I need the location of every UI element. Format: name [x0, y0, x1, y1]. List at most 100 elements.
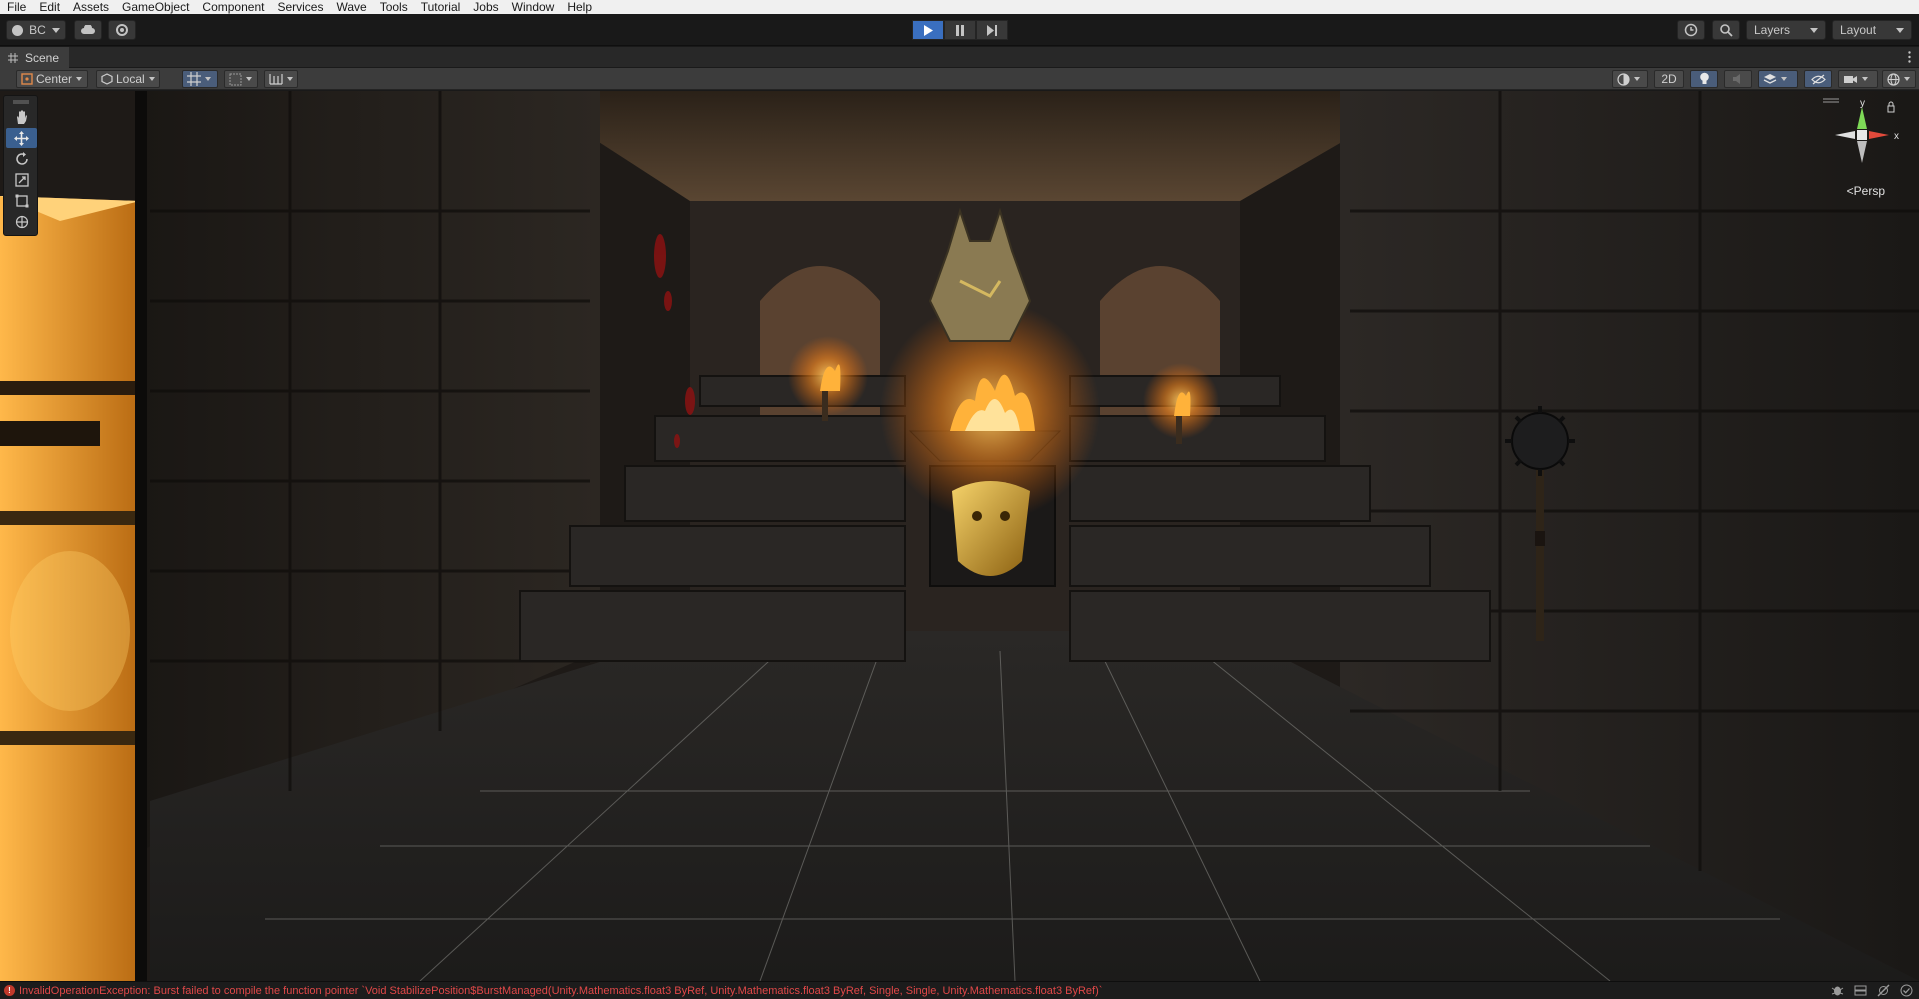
- undo-history-button[interactable]: [1677, 20, 1705, 40]
- chevron-down-icon: [148, 77, 155, 81]
- camera-settings-dropdown[interactable]: [1838, 70, 1878, 88]
- axis-y-label: y: [1860, 98, 1865, 109]
- step-button[interactable]: [976, 20, 1008, 40]
- chevron-down-icon: [1896, 27, 1904, 33]
- bug-icon[interactable]: [1831, 984, 1844, 997]
- local-space-icon: [101, 73, 113, 85]
- scene-toolbar: Center Local 2D: [0, 68, 1919, 90]
- transform-tool[interactable]: [6, 212, 37, 232]
- space-mode-dropdown[interactable]: Local: [96, 70, 160, 88]
- menu-edit[interactable]: Edit: [32, 0, 66, 14]
- chevron-down-icon: [205, 77, 211, 81]
- cloud-button[interactable]: [74, 20, 102, 40]
- account-dropdown[interactable]: BC: [6, 20, 66, 40]
- menu-bar: File Edit Assets GameObject Component Se…: [0, 0, 1919, 14]
- toggle-2d-button[interactable]: 2D: [1654, 70, 1684, 88]
- rect-tool[interactable]: [6, 191, 37, 211]
- move-tool[interactable]: [6, 128, 37, 148]
- layout-dropdown[interactable]: Layout: [1832, 20, 1912, 40]
- collab-button[interactable]: [108, 20, 136, 40]
- lightbulb-icon: [1699, 72, 1709, 84]
- hand-tool[interactable]: [6, 107, 37, 127]
- audio-toggle[interactable]: [1724, 70, 1752, 88]
- pause-icon: [956, 24, 964, 36]
- hidden-objects-toggle[interactable]: [1804, 70, 1832, 88]
- toggle-2d-label: 2D: [1661, 72, 1677, 86]
- play-icon: [924, 24, 933, 36]
- more-options-icon[interactable]: [1908, 51, 1911, 63]
- chevron-down-icon: [51, 27, 60, 33]
- menu-services[interactable]: Services: [270, 0, 329, 14]
- step-icon: [986, 24, 997, 36]
- pivot-icon: [21, 73, 33, 85]
- menu-help[interactable]: Help: [560, 0, 598, 14]
- chevron-left-icon: <: [1846, 184, 1854, 198]
- pivot-mode-label: Center: [36, 72, 73, 86]
- projection-toggle[interactable]: <Persp: [1847, 184, 1885, 198]
- chevron-down-icon: [1810, 27, 1818, 33]
- tab-scene[interactable]: Scene: [0, 47, 70, 68]
- menu-file[interactable]: File: [0, 0, 32, 14]
- drag-handle[interactable]: [4, 98, 37, 106]
- increment-snap-toggle[interactable]: [264, 70, 298, 88]
- menu-tools[interactable]: Tools: [373, 0, 414, 14]
- scene-tab-bar: Scene: [0, 47, 1919, 68]
- main-toolbar: BC Layers Layout: [0, 14, 1919, 46]
- chevron-down-icon: [1862, 77, 1868, 81]
- scene-viewport[interactable]: y x <Persp: [0, 91, 1919, 981]
- rect-transform-icon: [15, 194, 28, 208]
- menu-tutorial[interactable]: Tutorial: [414, 0, 467, 14]
- grid-icon: [229, 73, 242, 85]
- ruler-icon: [269, 74, 283, 85]
- cache-server-icon[interactable]: [1854, 984, 1867, 997]
- chevron-down-icon: [287, 77, 293, 81]
- scale-tool[interactable]: [6, 170, 37, 190]
- transform-icon: [15, 215, 28, 229]
- error-icon: !: [4, 985, 15, 996]
- rotate-icon: [15, 152, 28, 165]
- rotate-tool[interactable]: [6, 149, 37, 169]
- pivot-mode-dropdown[interactable]: Center: [16, 70, 88, 88]
- account-label: BC: [29, 23, 46, 37]
- effects-dropdown[interactable]: [1758, 70, 1798, 88]
- grid-snapping-toggle[interactable]: [182, 70, 218, 88]
- network-icon[interactable]: [1877, 984, 1890, 997]
- chevron-down-icon: [1634, 77, 1640, 81]
- playmode-controls: [912, 20, 1008, 40]
- search-button[interactable]: [1712, 20, 1740, 40]
- console-error-message[interactable]: InvalidOperationException: Burst failed …: [19, 985, 1819, 997]
- check-circle-icon[interactable]: [1900, 984, 1913, 997]
- grid-visibility-toggle[interactable]: [224, 70, 258, 88]
- menu-wave[interactable]: Wave: [329, 0, 372, 14]
- chevron-down-icon: [1781, 77, 1787, 81]
- layers-label: Layers: [1754, 23, 1791, 37]
- axis-x-label: x: [1894, 131, 1899, 142]
- cloud-icon: [81, 25, 95, 34]
- tools-overlay: [3, 95, 38, 236]
- gear-icon: [116, 24, 128, 36]
- hand-icon: [16, 109, 27, 124]
- pause-button[interactable]: [944, 20, 976, 40]
- move-icon: [14, 130, 29, 146]
- shading-icon: [1617, 72, 1630, 86]
- menu-assets[interactable]: Assets: [66, 0, 115, 14]
- menu-jobs[interactable]: Jobs: [466, 0, 504, 14]
- scene-render: [0, 91, 1919, 981]
- play-button[interactable]: [912, 20, 944, 40]
- account-icon: [12, 24, 24, 36]
- grid-snap-icon: [187, 72, 201, 86]
- draw-mode-dropdown[interactable]: [1612, 70, 1648, 88]
- grid-icon: [8, 52, 18, 63]
- gizmos-dropdown[interactable]: [1882, 70, 1916, 88]
- layers-dropdown[interactable]: Layers: [1746, 20, 1826, 40]
- menu-window[interactable]: Window: [505, 0, 561, 14]
- scale-icon: [14, 173, 29, 187]
- menu-component[interactable]: Component: [195, 0, 270, 14]
- axis-gizmo-icon: y x: [1823, 98, 1899, 163]
- chevron-down-icon: [76, 77, 83, 81]
- lighting-toggle[interactable]: [1690, 70, 1718, 88]
- grip-icon: [12, 100, 29, 104]
- menu-gameobject[interactable]: GameObject: [115, 0, 195, 14]
- layers-stack-icon: [1763, 73, 1777, 84]
- projection-label: Persp: [1853, 184, 1885, 198]
